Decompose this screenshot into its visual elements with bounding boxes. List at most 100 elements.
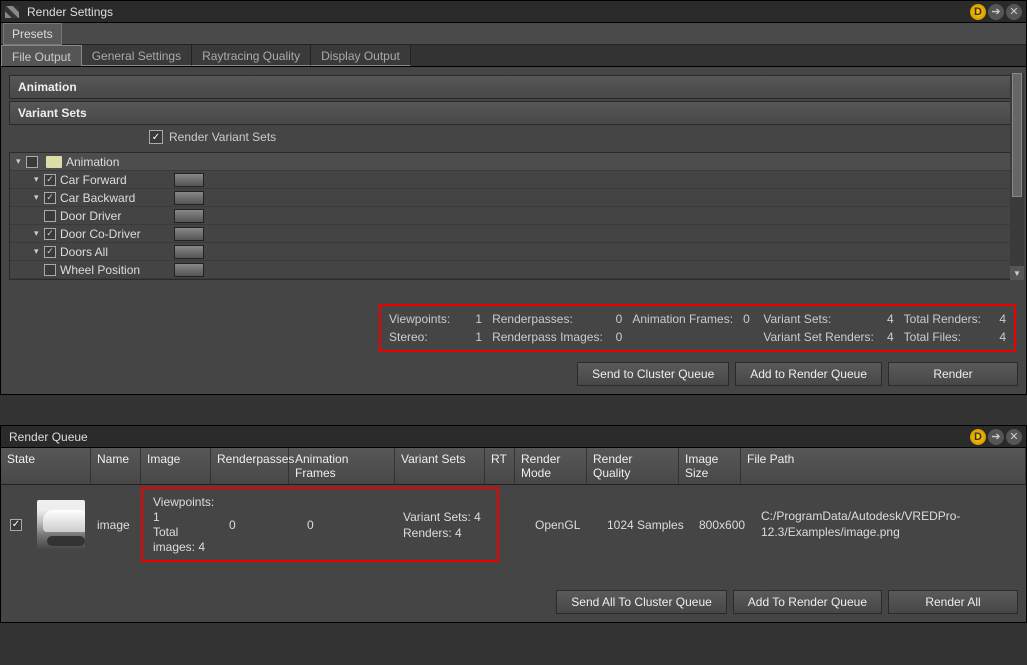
expand-icon[interactable]: ▾ xyxy=(34,174,44,185)
render-button[interactable]: Render xyxy=(888,362,1018,386)
variant-sets-label: Variant Sets: xyxy=(763,312,831,326)
row-renderpasses: 0 xyxy=(223,514,301,536)
render-variant-sets-row: ✓ Render Variant Sets xyxy=(9,127,1018,150)
vp-label: Viewpoints: xyxy=(153,495,214,509)
vertical-scrollbar[interactable]: ▼ xyxy=(1010,73,1024,280)
col-rt[interactable]: RT xyxy=(485,448,515,484)
col-file-path[interactable]: File Path xyxy=(741,448,1026,484)
d-badge-icon[interactable]: D xyxy=(970,4,986,20)
row-renders-value: 4 xyxy=(455,526,462,540)
col-variant-sets[interactable]: Variant Sets xyxy=(395,448,485,484)
arrow-right-icon[interactable]: ➔ xyxy=(988,429,1004,445)
item-label: Door Co-Driver xyxy=(60,227,170,241)
tree-item[interactable]: ▾ ✓ Door Co-Driver xyxy=(10,225,1017,243)
send-cluster-button[interactable]: Send to Cluster Queue xyxy=(577,362,729,386)
expand-icon[interactable]: ▾ xyxy=(34,228,44,239)
window-title: Render Queue xyxy=(5,430,970,444)
tree-item[interactable]: Door Driver xyxy=(10,207,1017,225)
add-render-queue-button[interactable]: Add to Render Queue xyxy=(735,362,882,386)
item-label: Doors All xyxy=(60,245,170,259)
expand-icon[interactable]: ▾ xyxy=(34,192,44,203)
item-checkbox[interactable] xyxy=(44,264,56,276)
total-renders-value: 4 xyxy=(999,312,1006,326)
titlebar[interactable]: Render Queue D ➔ ✕ xyxy=(1,426,1026,448)
thumbnail-icon xyxy=(174,263,204,277)
render-all-button[interactable]: Render All xyxy=(888,590,1018,614)
thumbnail-icon xyxy=(174,227,204,241)
row-file-path: C:/ProgramData/Autodesk/VREDPro-12.3/Exa… xyxy=(755,505,1026,544)
clapper-icon xyxy=(5,6,19,18)
render-variant-sets-checkbox[interactable]: ✓ xyxy=(149,130,163,144)
item-checkbox[interactable]: ✓ xyxy=(44,228,56,240)
tree-root-row[interactable]: ▾ Animation xyxy=(10,153,1017,171)
row-animation-frames: 0 xyxy=(301,514,397,536)
total-images-value: 4 xyxy=(198,540,205,554)
col-state[interactable]: State xyxy=(1,448,91,484)
menu-presets[interactable]: Presets xyxy=(3,23,62,45)
send-all-cluster-button[interactable]: Send All To Cluster Queue xyxy=(556,590,727,614)
col-render-quality[interactable]: Render Quality xyxy=(587,448,679,484)
root-checkbox[interactable] xyxy=(26,156,38,168)
d-badge-icon[interactable]: D xyxy=(970,429,986,445)
col-image[interactable]: Image xyxy=(141,448,211,484)
expand-icon[interactable]: ▾ xyxy=(16,156,26,167)
tree-item[interactable]: ▾ ✓ Car Forward xyxy=(10,171,1017,189)
renderpass-images-value: 0 xyxy=(616,330,623,344)
row-image-size: 800x600 xyxy=(693,514,755,536)
render-variant-sets-label: Render Variant Sets xyxy=(169,130,276,144)
item-checkbox[interactable]: ✓ xyxy=(44,174,56,186)
close-icon[interactable]: ✕ xyxy=(1006,4,1022,20)
row-render-mode: OpenGL xyxy=(529,514,601,536)
scroll-down-icon[interactable]: ▼ xyxy=(1010,266,1024,280)
item-checkbox[interactable] xyxy=(44,210,56,222)
stats-bar: Viewpoints:1 Stereo:1 Renderpasses:0 Ren… xyxy=(379,304,1016,352)
animation-frames-label: Animation Frames: xyxy=(632,312,733,326)
tree-item[interactable]: Wheel Position xyxy=(10,261,1017,279)
item-label: Car Backward xyxy=(60,191,170,205)
variant-sets-value: 4 xyxy=(887,312,894,326)
col-renderpasses[interactable]: Renderpasses xyxy=(211,448,289,484)
scroll-thumb[interactable] xyxy=(1012,73,1022,197)
tab-display-output[interactable]: Display Output xyxy=(311,45,411,66)
total-images-label: Total xyxy=(153,525,178,539)
add-to-render-queue-button[interactable]: Add To Render Queue xyxy=(733,590,882,614)
tree-item[interactable]: ▾ ✓ Car Backward xyxy=(10,189,1017,207)
total-files-value: 4 xyxy=(999,330,1006,344)
row-checkbox[interactable]: ✓ xyxy=(10,519,22,531)
section-animation[interactable]: Animation xyxy=(9,75,1018,99)
menubar: Presets xyxy=(1,23,1026,45)
total-files-label: Total Files: xyxy=(904,330,961,344)
tab-file-output[interactable]: File Output xyxy=(1,45,82,66)
item-label: Car Forward xyxy=(60,173,170,187)
total-renders-label: Total Renders: xyxy=(904,312,981,326)
row-vs-label: Variant Sets: xyxy=(403,510,471,524)
renderpasses-label: Renderpasses: xyxy=(492,312,573,326)
col-name[interactable]: Name xyxy=(91,448,141,484)
item-label: Wheel Position xyxy=(60,263,170,277)
item-checkbox[interactable]: ✓ xyxy=(44,192,56,204)
titlebar[interactable]: Render Settings D ➔ ✕ xyxy=(1,1,1026,23)
col-image-size[interactable]: Image Size xyxy=(679,448,741,484)
queue-button-row: Send All To Cluster Queue Add To Render … xyxy=(1,584,1026,622)
col-animation-frames[interactable]: Animation Frames xyxy=(289,448,395,484)
tab-general-settings[interactable]: General Settings xyxy=(82,45,192,66)
render-queue-panel: Render Queue D ➔ ✕ State Name Image Rend… xyxy=(0,425,1027,623)
section-variant-sets[interactable]: Variant Sets xyxy=(9,101,1018,125)
folder-icon xyxy=(46,156,62,168)
viewpoints-value: 1 xyxy=(475,312,482,326)
tree-item[interactable]: ▾ ✓ Doors All xyxy=(10,243,1017,261)
thumbnail xyxy=(37,500,85,550)
rt-checkbox[interactable] xyxy=(505,519,517,531)
close-icon[interactable]: ✕ xyxy=(1006,429,1022,445)
thumbnail-icon xyxy=(174,191,204,205)
renderpass-images-label: Renderpass Images: xyxy=(492,330,603,344)
tab-raytracing-quality[interactable]: Raytracing Quality xyxy=(192,45,311,66)
thumbnail-icon xyxy=(174,173,204,187)
expand-icon[interactable]: ▾ xyxy=(34,246,44,257)
queue-row[interactable]: ✓ image Viewpoints: 1 Total images: 4 0 … xyxy=(1,485,1026,564)
thumbnail-icon xyxy=(174,245,204,259)
col-render-mode[interactable]: Render Mode xyxy=(515,448,587,484)
item-checkbox[interactable]: ✓ xyxy=(44,246,56,258)
thumbnail-icon xyxy=(174,209,204,223)
arrow-right-icon[interactable]: ➔ xyxy=(988,4,1004,20)
